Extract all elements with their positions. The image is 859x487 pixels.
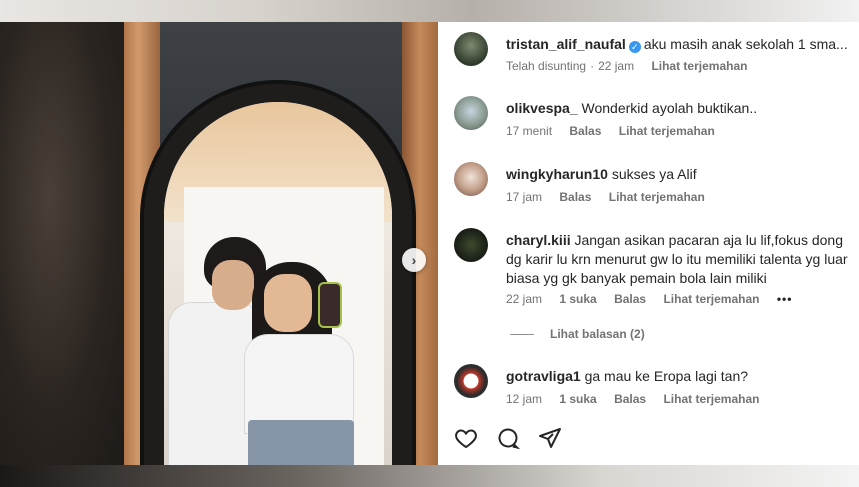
commenter-avatar[interactable] — [454, 228, 488, 262]
commenter-username[interactable]: charyl.kiii — [506, 232, 571, 248]
author-avatar[interactable] — [454, 32, 488, 66]
photo-mirror-reflection — [164, 102, 392, 465]
more-options-icon[interactable]: ••• — [777, 292, 793, 306]
likes-count[interactable]: 1 suka — [559, 292, 596, 306]
post-photo — [0, 22, 438, 465]
commenter-avatar[interactable] — [454, 364, 488, 398]
comment-time: 22 jam — [506, 292, 543, 306]
comment-meta: 22 jam 1 suka Balas Lihat terjemahan ••• — [506, 292, 806, 306]
commenter-avatar[interactable] — [454, 162, 488, 196]
commenter-username[interactable]: wingkyharun10 — [506, 166, 608, 182]
reply-button[interactable]: Balas — [569, 124, 601, 138]
heart-icon[interactable] — [454, 426, 478, 455]
comment-meta: 17 menit Balas Lihat terjemahan — [506, 124, 729, 138]
author-username[interactable]: tristan_alif_naufal — [506, 36, 626, 52]
comment-meta: 12 jam 1 suka Balas Lihat terjemahan — [506, 392, 773, 406]
translate-link[interactable]: Lihat terjemahan — [609, 190, 705, 204]
next-image-button[interactable]: › — [402, 248, 426, 272]
comment-meta: 17 jam Balas Lihat terjemahan — [506, 190, 719, 204]
image-frame-bottom — [0, 465, 859, 487]
comment-text: sukses ya Alif — [611, 166, 697, 182]
comments-panel: tristan_alif_naufal ✓ aku masih anak sekol… — [438, 22, 859, 465]
comment-text: ga mau ke Eropa lagi tan? — [584, 368, 749, 384]
image-frame-top — [0, 0, 859, 22]
view-replies-button[interactable]: Lihat balasan (2) — [510, 327, 645, 341]
commenter-username[interactable]: olikvespa_ — [506, 100, 578, 116]
verified-badge-icon: ✓ — [628, 41, 641, 53]
replies-line — [510, 333, 534, 335]
commenter-username[interactable]: gotravliga1 — [506, 368, 581, 384]
edited-label: Telah disunting — [506, 59, 587, 73]
comment-time: 17 jam — [506, 190, 543, 204]
likes-count[interactable]: 1 suka — [559, 392, 596, 406]
comment-text: Wonderkid ayolah buktikan.. — [581, 100, 758, 116]
comment-time: 12 jam — [506, 392, 543, 406]
post-action-bar — [454, 426, 562, 455]
translate-link[interactable]: Lihat terjemahan — [619, 124, 715, 138]
photo-background-left — [0, 22, 125, 465]
commenter-avatar[interactable] — [454, 96, 488, 130]
reply-button[interactable]: Balas — [559, 190, 591, 204]
caption-text: aku masih anak sekolah 1 sma... — [643, 36, 848, 52]
translate-link[interactable]: Lihat terjemahan — [663, 292, 759, 306]
chevron-right-icon: › — [411, 252, 417, 268]
comment-time: 17 menit — [506, 124, 553, 138]
caption-meta: Telah disunting · 22 jam Lihat terjemahan — [506, 59, 748, 73]
comment-icon[interactable] — [496, 426, 521, 455]
send-icon[interactable] — [538, 426, 562, 455]
caption-time: 22 jam — [598, 59, 635, 73]
translate-link[interactable]: Lihat terjemahan — [663, 392, 759, 406]
reply-button[interactable]: Balas — [614, 292, 646, 306]
photo-phone — [318, 282, 342, 328]
caption-translate-link[interactable]: Lihat terjemahan — [651, 59, 747, 73]
reply-button[interactable]: Balas — [614, 392, 646, 406]
view-replies-label[interactable]: Lihat balasan (2) — [550, 327, 645, 341]
